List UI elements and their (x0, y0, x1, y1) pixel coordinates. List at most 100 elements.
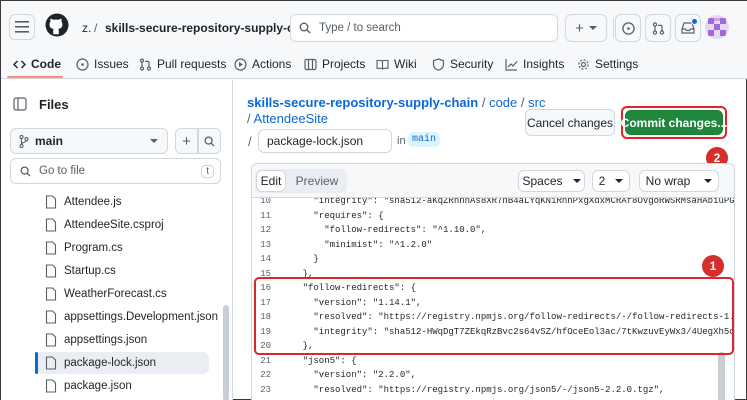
file-icon (45, 195, 57, 209)
filename-value: package-lock.json (267, 134, 364, 148)
file-icon (45, 264, 57, 278)
indent-mode-value: Spaces (522, 174, 563, 188)
owner-link[interactable]: z. (82, 21, 91, 35)
breadcrumb-repo[interactable]: skills-secure-repository-supply-chain (247, 95, 478, 110)
line-number: 12 (260, 225, 271, 235)
chevron-down-icon (572, 179, 581, 183)
indent-mode-select[interactable]: Spaces (518, 170, 585, 192)
github-logo-icon[interactable] (45, 13, 69, 37)
indent-size-select[interactable]: 2 (592, 170, 630, 192)
file-item[interactable]: appsettings.json (45, 329, 147, 351)
tab-edit[interactable]: Edit (256, 170, 286, 192)
code-icon (13, 60, 26, 68)
chevron-down-icon (615, 179, 624, 183)
line-content: "resolved": "https://registry.npmjs.org/… (281, 384, 665, 395)
tab-preview[interactable]: Preview (290, 170, 344, 192)
file-item[interactable]: Attendee.js (45, 191, 122, 213)
editor-vertical-scrollbar[interactable] (718, 352, 725, 400)
tab-settings[interactable]: Settings (577, 49, 638, 79)
avatar[interactable] (705, 15, 729, 39)
branch-selector[interactable]: main (10, 128, 168, 154)
repo-link[interactable]: skills-secure-repository-supply-ch... (105, 21, 311, 35)
tab-issues[interactable]: Issues (76, 49, 129, 79)
line-number: 13 (260, 239, 271, 250)
file-name: appsettings.json (64, 334, 148, 346)
file-item[interactable]: Program.cs (45, 237, 123, 259)
add-file-button[interactable]: + (175, 128, 198, 154)
menu-button[interactable] (9, 14, 35, 40)
tab-preview-label: Preview (295, 174, 339, 188)
breadcrumb-src[interactable]: src (528, 95, 545, 110)
search-icon (20, 165, 31, 177)
file-name: appsettings.Development.json (64, 311, 219, 323)
line-number: 23 (260, 384, 271, 395)
file-item[interactable]: Startup.cs (45, 260, 116, 282)
line-number: 11 (260, 210, 271, 221)
file-item[interactable]: package.json (45, 375, 132, 397)
breadcrumb-separator: / (247, 111, 251, 126)
tab-security[interactable]: Security (432, 49, 493, 79)
commit-label: Commit changes... (620, 115, 728, 130)
plus-icon: + (182, 132, 191, 150)
notifications-button[interactable] (675, 14, 701, 42)
pull-requests-button[interactable] (645, 14, 671, 42)
plus-icon: + (575, 19, 584, 37)
book-icon (376, 59, 389, 70)
file-item[interactable]: WeatherForecast.cs (45, 283, 167, 305)
line-number: 10 (260, 198, 271, 206)
go-to-file-input[interactable]: Go to file t (10, 158, 221, 184)
file-icon (45, 356, 57, 370)
breadcrumb-separator: / (520, 95, 525, 110)
file-icon (45, 218, 57, 232)
search-placeholder: Type / to search (319, 22, 401, 34)
file-name: WeatherForecast.cs (64, 288, 167, 300)
chevron-down-icon (150, 139, 158, 143)
go-to-file-placeholder: Go to file (39, 165, 86, 177)
breadcrumb-attendeesite[interactable]: AttendeeSite (254, 111, 328, 126)
global-header: z. / skills-secure-repository-supply-ch.… (1, 1, 747, 53)
breadcrumb: skills-secure-repository-supply-chain / … (247, 95, 545, 110)
issues-button[interactable] (615, 14, 641, 42)
graph-icon (505, 58, 518, 71)
file-name: Startup.cs (64, 265, 116, 277)
create-new-button[interactable]: + (565, 14, 607, 42)
tab-label: Actions (252, 57, 292, 71)
search-icon (299, 22, 311, 34)
file-item-selected[interactable]: package-lock.json (45, 352, 156, 374)
tab-label: Code (31, 57, 61, 71)
issue-icon (76, 57, 89, 71)
file-icon (45, 379, 57, 393)
shortcut-key: t (201, 164, 214, 178)
highlight-box-follow-redirects (254, 277, 734, 355)
active-tab-indicator (7, 76, 63, 78)
cancel-changes-button[interactable]: Cancel changes (525, 109, 615, 136)
tab-projects[interactable]: Projects (304, 49, 365, 79)
file-item[interactable]: AttendeeSite.csproj (45, 214, 164, 236)
line-number: 14 (260, 254, 271, 264)
search-input[interactable]: Type / to search (290, 14, 558, 42)
line-content: "requires": { (281, 210, 384, 221)
tab-actions[interactable]: Actions (234, 49, 291, 79)
tab-pull-requests[interactable]: Pull requests (139, 49, 226, 79)
tab-code[interactable]: Code (13, 49, 61, 79)
tab-label: Wiki (394, 57, 417, 71)
sidebar-scrollbar[interactable] (223, 305, 229, 400)
tab-wiki[interactable]: Wiki (376, 49, 417, 79)
collapse-sidebar-icon[interactable] (13, 97, 27, 111)
issue-opened-icon (621, 21, 635, 35)
tab-insights[interactable]: Insights (505, 49, 564, 79)
tab-label: Issues (94, 57, 129, 71)
pull-request-icon (652, 21, 664, 35)
filename-input[interactable]: package-lock.json (258, 129, 392, 153)
file-item[interactable]: appsettings.Development.json (45, 306, 218, 328)
file-icon (45, 287, 57, 301)
indent-size-value: 2 (598, 174, 606, 188)
search-files-button[interactable] (198, 128, 221, 154)
line-content: "minimist": "^1.2.0" (281, 239, 433, 250)
commit-changes-button[interactable]: Commit changes... (621, 110, 727, 135)
header-divider (613, 18, 614, 38)
breadcrumb-code[interactable]: code (489, 95, 517, 110)
wrap-mode-select[interactable]: No wrap (639, 170, 719, 192)
line-content: } (281, 254, 319, 264)
notification-dot (691, 18, 698, 25)
